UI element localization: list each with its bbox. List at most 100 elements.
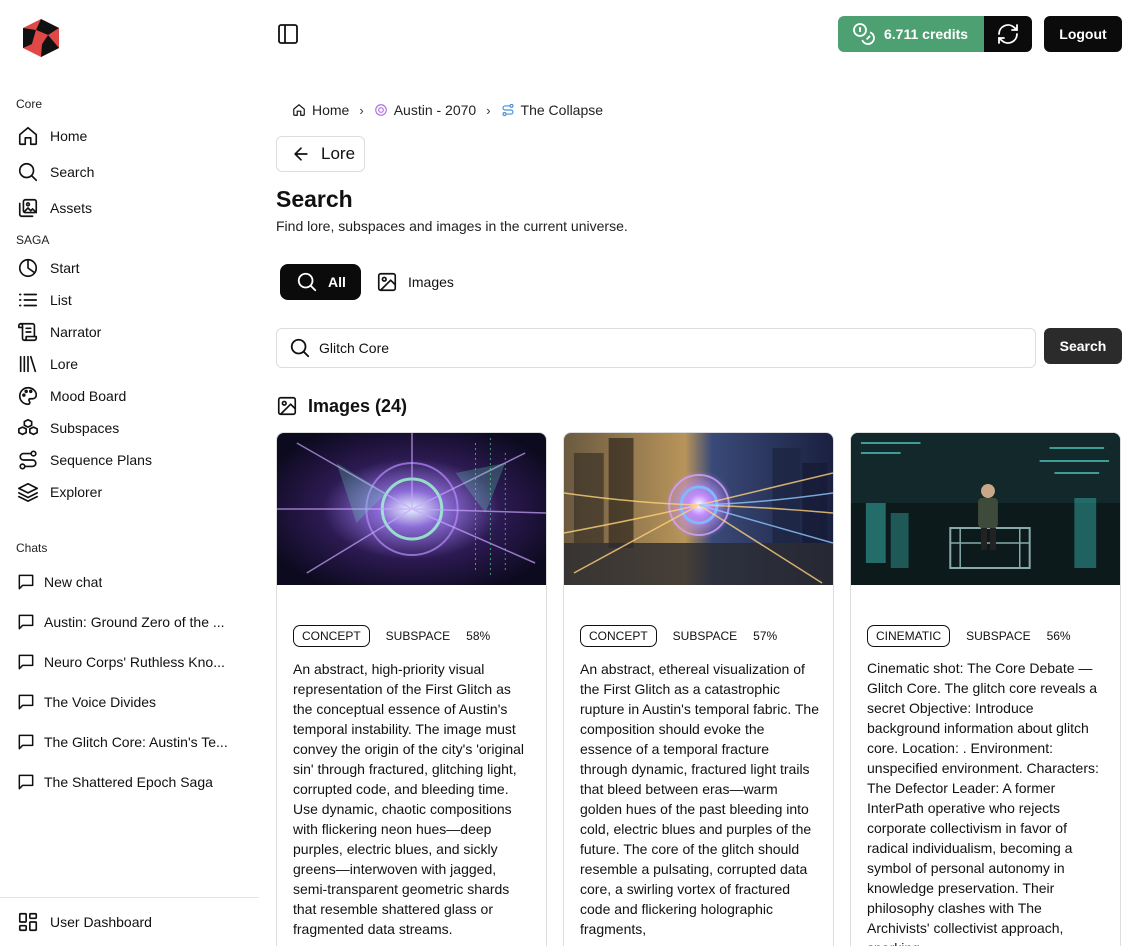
result-thumbnail[interactable] [564,433,833,585]
search-icon [297,272,317,292]
search-field[interactable] [276,328,1036,368]
sidebar-item-list[interactable]: List [16,286,251,314]
sidebar-item-label: Assets [50,200,93,216]
sidebar-item-mood-board[interactable]: Mood Board [16,382,251,410]
sidebar-item-search[interactable]: Search [16,158,251,186]
images-section-heading: Images (24) [276,394,407,418]
image-result-card[interactable]: CONCEPT SUBSPACE 57% An abstract, ethere… [563,432,834,946]
category-badge: CONCEPT [293,625,370,647]
layers-icon [16,480,40,504]
page-subtitle: Find lore, subspaces and images in the c… [276,218,628,234]
type-label: SUBSPACE [966,629,1031,643]
tab-images[interactable]: Images [376,264,454,300]
logout-button[interactable]: Logout [1044,16,1122,52]
sidebar-item-label: Mood Board [50,388,127,404]
category-badge: CONCEPT [580,625,657,647]
sidebar-item-label: Lore [50,356,79,372]
score-label: 57% [753,629,778,643]
sidebar-item-label: List [50,292,72,308]
message-icon [16,692,36,712]
sidebar-footer: User Dashboard [0,897,259,946]
refresh-credits-button[interactable] [984,16,1032,52]
dashboard-icon [16,910,40,934]
images-heading-label: Images (24) [308,395,408,416]
sidebar-item-lore[interactable]: Lore [16,350,251,378]
chat-item[interactable]: The Voice Divides [16,690,242,714]
chat-item-label: Austin: Ground Zero of the ... [44,614,225,630]
breadcrumb-home[interactable]: Home [312,102,349,118]
chat-item-label: New chat [44,574,103,590]
section-label-core: Core [16,97,43,111]
panel-left-icon [278,24,298,44]
image-icon [377,272,397,292]
arrow-left-icon [294,147,308,161]
image-icon [277,396,297,416]
sidebar: Core Home Search Assets SAGA Start List … [0,0,259,946]
tab-all[interactable]: All [280,264,361,300]
credits-button[interactable]: 6.711 credits [838,16,984,52]
sidebar-item-label: Narrator [50,324,102,340]
category-badge: CINEMATIC [867,625,951,647]
card-description: An abstract, ethereal visualization of t… [580,661,819,937]
chat-item-label: The Shattered Epoch Saga [44,774,213,790]
sidebar-item-label: Explorer [50,484,103,500]
sidebar-item-explorer[interactable]: Explorer [16,478,251,506]
chat-item[interactable]: The Glitch Core: Austin's Te... [16,730,242,754]
breadcrumb: Home › Austin - 2070 › The Collapse [292,100,603,120]
universe-icon [374,104,387,116]
result-thumbnail[interactable] [851,433,1120,585]
page-title: Search [276,186,353,212]
palette-icon [16,384,40,408]
app-logo[interactable] [20,18,62,58]
sidebar-item-start[interactable]: Start [16,254,251,282]
sidebar-item-label: Sequence Plans [50,452,152,468]
result-thumbnail[interactable] [277,433,546,585]
message-icon [16,732,36,752]
search-icon [16,160,40,184]
sidebar-item-sequence-plans[interactable]: Sequence Plans [16,446,251,474]
tab-label: All [328,274,346,290]
boxes-icon [16,416,40,440]
tab-label: Images [408,274,454,290]
breadcrumb-current[interactable]: The Collapse [521,102,604,118]
image-result-card[interactable]: CONCEPT SUBSPACE 58% An abstract, high-p… [276,432,547,946]
search-input[interactable] [319,340,999,356]
breadcrumb-universe[interactable]: Austin - 2070 [394,102,477,118]
sidebar-item-label: User Dashboard [50,914,152,930]
sidebar-item-home[interactable]: Home [16,122,251,150]
card-tags: CONCEPT SUBSPACE 57% [580,625,777,647]
chat-item[interactable]: The Shattered Epoch Saga [16,770,242,794]
back-to-lore-button[interactable]: Lore [276,136,365,172]
back-label: Lore [321,144,356,163]
chevron-right-icon: › [486,102,491,118]
credits-label: 6.711 credits [884,26,969,42]
scroll-icon [16,320,40,344]
type-label: SUBSPACE [672,629,738,643]
sidebar-item-assets[interactable]: Assets [16,194,251,222]
pie-icon [16,256,40,280]
message-icon [16,612,36,632]
sidebar-item-narrator[interactable]: Narrator [16,318,251,346]
image-result-card[interactable]: CINEMATIC SUBSPACE 56% Cinematic shot: T… [850,432,1121,946]
sidebar-item-label: Subspaces [50,420,120,436]
message-icon [16,572,36,592]
message-icon [16,652,36,672]
sidebar-item-user-dashboard[interactable]: User Dashboard [16,908,251,936]
section-label-chats: Chats [16,541,48,555]
coins-icon [853,23,875,45]
search-icon [290,338,310,358]
library-icon [16,352,40,376]
message-icon [16,772,36,792]
sidebar-item-label: Search [50,164,95,180]
type-label: SUBSPACE [385,629,451,643]
chat-item[interactable]: New chat [16,570,242,594]
refresh-icon [998,24,1018,44]
chat-item[interactable]: Neuro Corps' Ruthless Kno... [16,650,242,674]
home-icon [16,124,40,148]
search-button[interactable]: Search [1044,328,1122,364]
sidebar-item-subspaces[interactable]: Subspaces [16,414,251,442]
sidebar-toggle-button[interactable] [276,22,300,46]
score-label: 58% [466,629,491,643]
chat-item[interactable]: Austin: Ground Zero of the ... [16,610,242,634]
chat-item-label: The Glitch Core: Austin's Te... [44,734,228,750]
